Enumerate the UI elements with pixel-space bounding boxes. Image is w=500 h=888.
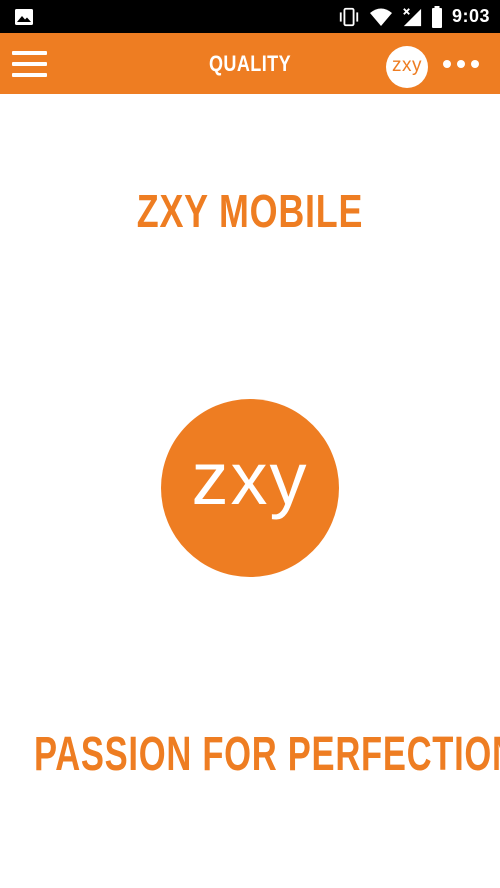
app-toolbar: QUALITY zxy xyxy=(0,33,500,94)
vibrate-icon xyxy=(339,7,359,26)
signal-icon xyxy=(403,7,422,26)
tagline: PASSION FOR PERFECTION xyxy=(33,728,500,781)
toolbar-logo[interactable]: zxy xyxy=(386,46,428,88)
brand-logo: zxy xyxy=(161,399,339,577)
toolbar-title: QUALITY xyxy=(208,51,292,76)
page-heading: ZXY MOBILE xyxy=(136,185,364,237)
wifi-icon xyxy=(369,8,392,26)
status-bar: 9:03 xyxy=(0,0,500,33)
battery-icon xyxy=(431,5,442,28)
hamburger-menu-icon[interactable] xyxy=(12,49,48,79)
image-icon xyxy=(15,9,33,25)
status-time: 9:03 xyxy=(451,6,490,26)
more-dots-icon[interactable] xyxy=(443,55,483,75)
status-icons: 9:03 xyxy=(338,0,490,33)
